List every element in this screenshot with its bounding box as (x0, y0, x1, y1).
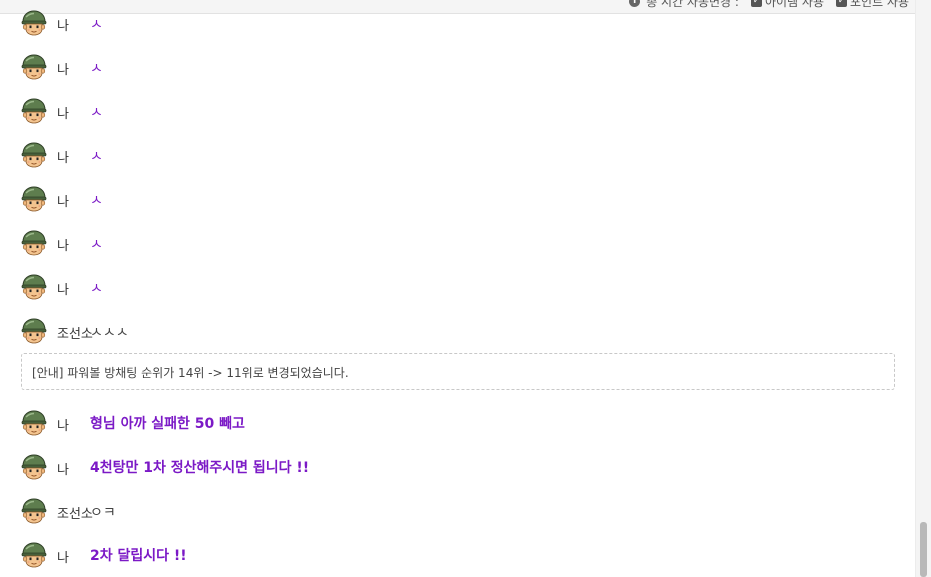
message-text: ㅅ (90, 281, 103, 297)
sender-name[interactable]: 조선소 (57, 503, 93, 522)
sender-name[interactable]: 나 (57, 15, 69, 34)
message-text: 형님 아까 실패한 50 빼고 (90, 416, 245, 432)
soldier-avatar-icon[interactable] (21, 98, 47, 124)
sender-name[interactable]: 나 (57, 235, 69, 254)
message-text: ㅇㅋ (90, 505, 116, 521)
soldier-avatar-icon[interactable] (21, 410, 47, 436)
message-text: ㅅ (90, 149, 103, 165)
scrollbar-thumb[interactable] (920, 522, 927, 577)
message-text: ㅅ (90, 237, 103, 253)
chat-message: 나 형님 아까 실패한 50 빼고 (21, 410, 245, 436)
soldier-avatar-icon[interactable] (21, 542, 47, 568)
chat-message: 나 ㅅ (21, 142, 103, 168)
sender-name[interactable]: 조선소 (57, 323, 93, 342)
chat-message: 나 2차 달립시다 !! (21, 542, 187, 568)
message-text: ㅅ (90, 105, 103, 121)
message-text: 2차 달립시다 !! (90, 548, 187, 564)
sender-name[interactable]: 나 (57, 415, 69, 434)
sender-name[interactable]: 나 (57, 279, 69, 298)
chat-message: 나 ㅅ (21, 10, 103, 36)
sender-name[interactable]: 나 (57, 547, 69, 566)
chat-message: 나 4천탕만 1차 정산해주시면 됩니다 !! (21, 454, 309, 480)
soldier-avatar-icon[interactable] (21, 498, 47, 524)
message-text: ㅅㅅㅅ (90, 325, 129, 341)
sender-name[interactable]: 나 (57, 59, 69, 78)
sender-name[interactable]: 나 (57, 103, 69, 122)
chat-message: 나 ㅅ (21, 230, 103, 256)
chat-message: 나 ㅅ (21, 54, 103, 80)
system-notice: [안내] 파워볼 방채팅 순위가 14위 -> 11위로 변경되었습니다. (21, 353, 895, 390)
soldier-avatar-icon[interactable] (21, 54, 47, 80)
message-text: ㅅ (90, 193, 103, 209)
chat-message: 조선소 ㅅㅅㅅ (21, 318, 129, 344)
chat-message: 나 ㅅ (21, 274, 103, 300)
soldier-avatar-icon[interactable] (21, 230, 47, 256)
soldier-avatar-icon[interactable] (21, 318, 47, 344)
chat-message: 나 ㅅ (21, 186, 103, 212)
chat-message-list: 나 ㅅ 나 ㅅ 나 ㅅ 나 ㅅ 나 ㅅ 나 ㅅ 나 ㅅ 조선소 ㅅㅅㅅ [안내]… (0, 0, 915, 577)
message-text: 4천탕만 1차 정산해주시면 됩니다 !! (90, 460, 310, 476)
soldier-avatar-icon[interactable] (21, 186, 47, 212)
soldier-avatar-icon[interactable] (21, 454, 47, 480)
chat-message: 조선소 ㅇㅋ (21, 498, 116, 524)
chat-scrollbar[interactable] (915, 0, 931, 577)
soldier-avatar-icon[interactable] (21, 10, 47, 36)
sender-name[interactable]: 나 (57, 147, 69, 166)
message-text: ㅅ (90, 17, 103, 33)
message-text: ㅅ (90, 61, 103, 77)
chat-message: 나 ㅅ (21, 98, 103, 124)
sender-name[interactable]: 나 (57, 459, 69, 478)
soldier-avatar-icon[interactable] (21, 274, 47, 300)
sender-name[interactable]: 나 (57, 191, 69, 210)
soldier-avatar-icon[interactable] (21, 142, 47, 168)
